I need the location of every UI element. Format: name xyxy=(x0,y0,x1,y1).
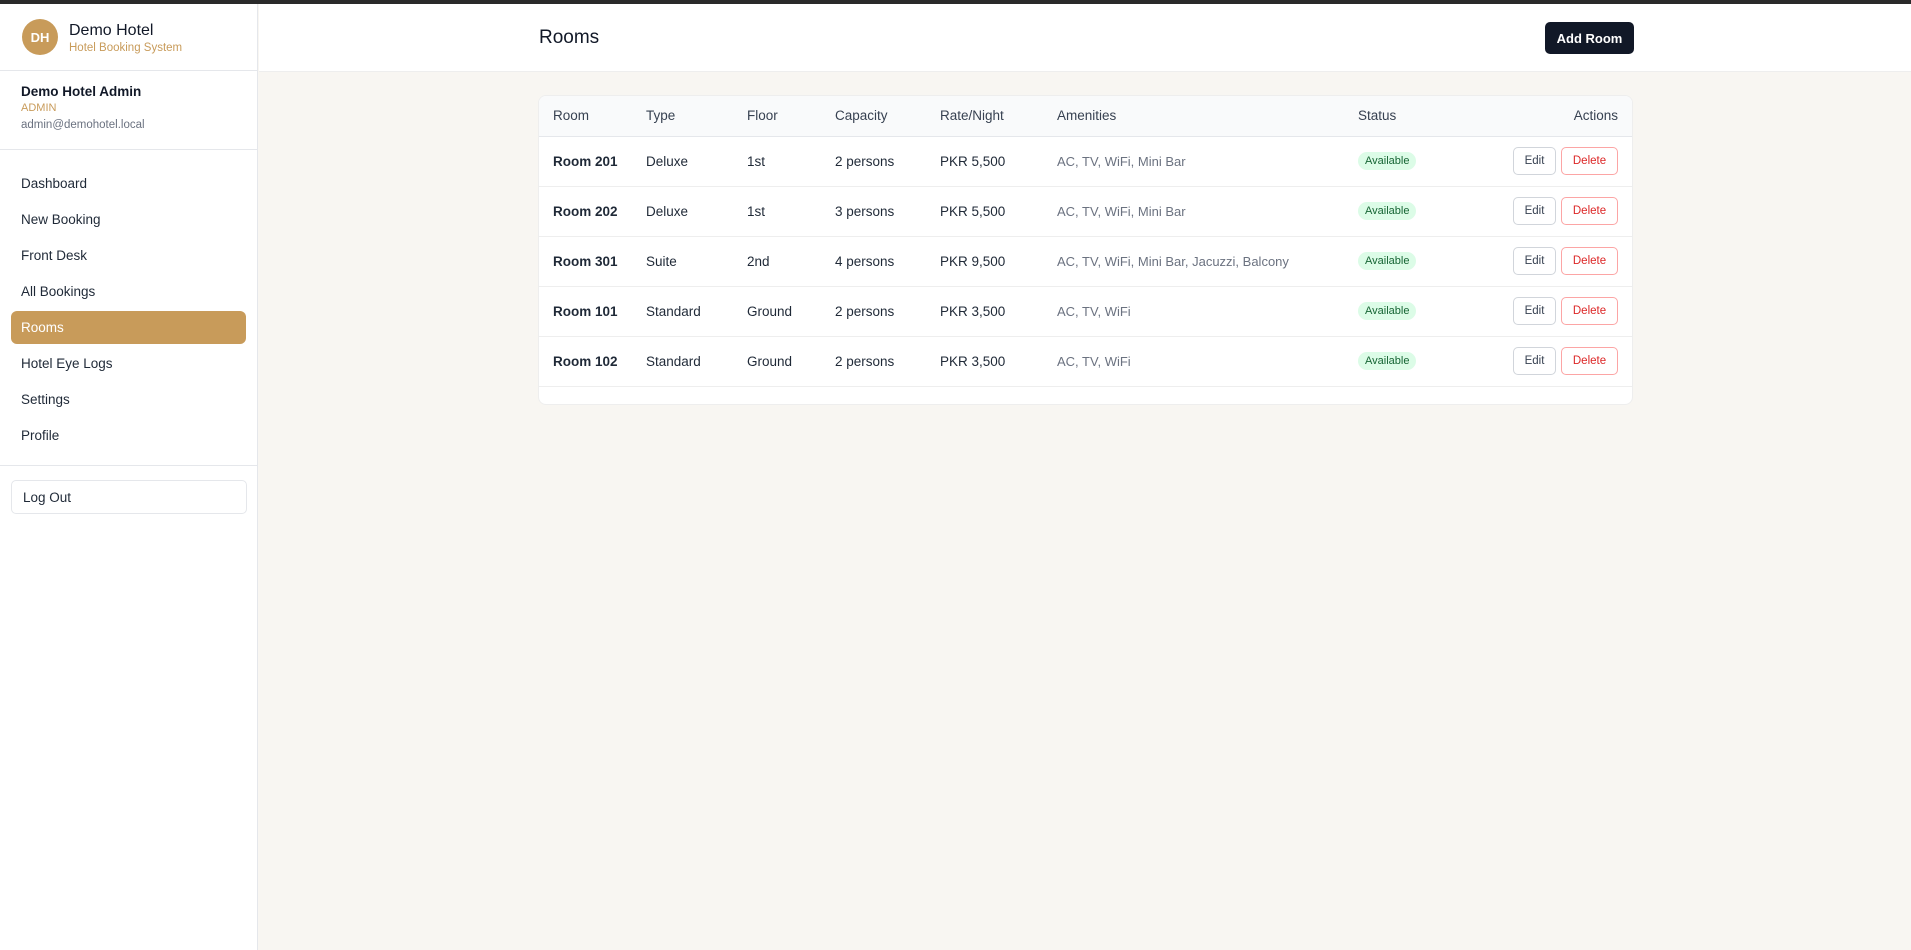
add-room-button[interactable]: Add Room xyxy=(1545,22,1634,54)
sidebar-item-rooms[interactable]: Rooms xyxy=(11,311,246,344)
sidebar-item-front-desk[interactable]: Front Desk xyxy=(11,239,246,272)
column-header-type: Type xyxy=(646,96,747,137)
room-name: Room 301 xyxy=(539,236,646,287)
user-email: admin@demohotel.local xyxy=(21,119,145,131)
room-amenities: AC, TV, WiFi, Mini Bar, Jacuzzi, Balcony xyxy=(1057,236,1358,287)
room-name: Room 201 xyxy=(539,136,646,187)
edit-button[interactable]: Edit xyxy=(1513,197,1556,225)
status-badge: Available xyxy=(1358,302,1417,320)
room-rate: PKR 9,500 xyxy=(940,236,1057,287)
room-amenities: AC, TV, WiFi xyxy=(1057,286,1358,337)
user-name: Demo Hotel Admin xyxy=(21,84,142,99)
brand: DH Demo Hotel Hotel Booking System xyxy=(0,4,257,71)
sidebar-item-new-booking[interactable]: New Booking xyxy=(11,203,246,236)
page-header: Rooms Add Room xyxy=(259,4,1911,72)
delete-button[interactable]: Delete xyxy=(1561,147,1618,175)
room-type: Deluxe xyxy=(646,136,747,187)
sidebar-nav: Dashboard New Booking Front Desk All Boo… xyxy=(0,150,257,466)
room-floor: Ground xyxy=(747,336,835,387)
status-badge: Available xyxy=(1358,252,1417,270)
table-row: Room 101 Standard Ground 2 persons PKR 3… xyxy=(539,286,1632,337)
table-header-row: Room Type Floor Capacity Rate/Night Amen… xyxy=(539,96,1632,137)
actions-cell: Edit Delete xyxy=(1496,336,1632,387)
status-cell: Available xyxy=(1358,186,1496,237)
room-floor: 1st xyxy=(747,136,835,187)
room-rate: PKR 3,500 xyxy=(940,286,1057,337)
status-badge: Available xyxy=(1358,352,1417,370)
actions-cell: Edit Delete xyxy=(1496,186,1632,237)
room-capacity: 4 persons xyxy=(835,236,940,287)
delete-button[interactable]: Delete xyxy=(1561,347,1618,375)
room-amenities: AC, TV, WiFi, Mini Bar xyxy=(1057,186,1358,237)
actions-cell: Edit Delete xyxy=(1496,286,1632,337)
user-info: Demo Hotel Admin ADMIN admin@demohotel.l… xyxy=(0,71,257,150)
status-cell: Available xyxy=(1358,286,1496,337)
column-header-amenities: Amenities xyxy=(1057,96,1358,137)
edit-button[interactable]: Edit xyxy=(1513,247,1556,275)
room-capacity: 2 persons xyxy=(835,286,940,337)
column-header-rate: Rate/Night xyxy=(940,96,1057,137)
logout-button[interactable]: Log Out xyxy=(11,480,247,514)
table-row: Room 301 Suite 2nd 4 persons PKR 9,500 A… xyxy=(539,236,1632,287)
sidebar-item-hotel-eye-logs[interactable]: Hotel Eye Logs xyxy=(11,347,246,380)
delete-button[interactable]: Delete xyxy=(1561,297,1618,325)
room-name: Room 101 xyxy=(539,286,646,337)
column-header-room: Room xyxy=(539,96,646,137)
column-header-status: Status xyxy=(1358,96,1496,137)
rooms-table-card: Room Type Floor Capacity Rate/Night Amen… xyxy=(538,95,1633,405)
table-row: Room 201 Deluxe 1st 2 persons PKR 5,500 … xyxy=(539,136,1632,187)
room-rate: PKR 3,500 xyxy=(940,336,1057,387)
room-capacity: 2 persons xyxy=(835,336,940,387)
hotel-subtitle: Hotel Booking System xyxy=(69,41,183,54)
room-type: Suite xyxy=(646,236,747,287)
delete-button[interactable]: Delete xyxy=(1561,247,1618,275)
room-type: Standard xyxy=(646,336,747,387)
edit-button[interactable]: Edit xyxy=(1513,297,1556,325)
user-role: ADMIN xyxy=(21,102,57,114)
status-badge: Available xyxy=(1358,202,1417,220)
delete-button[interactable]: Delete xyxy=(1561,197,1618,225)
brand-text: Demo Hotel Hotel Booking System xyxy=(69,21,182,54)
sidebar-item-dashboard[interactable]: Dashboard xyxy=(11,167,246,200)
room-name: Room 202 xyxy=(539,186,646,237)
hotel-name: Demo Hotel xyxy=(69,21,154,39)
room-capacity: 2 persons xyxy=(835,136,940,187)
room-rate: PKR 5,500 xyxy=(940,136,1057,187)
sidebar-item-settings[interactable]: Settings xyxy=(11,383,246,416)
column-header-capacity: Capacity xyxy=(835,96,940,137)
room-amenities: AC, TV, WiFi, Mini Bar xyxy=(1057,136,1358,187)
status-cell: Available xyxy=(1358,136,1496,187)
edit-button[interactable]: Edit xyxy=(1513,147,1556,175)
hotel-avatar: DH xyxy=(22,19,58,55)
sidebar: DH Demo Hotel Hotel Booking System Demo … xyxy=(0,4,258,950)
rooms-table: Room Type Floor Capacity Rate/Night Amen… xyxy=(539,96,1632,387)
column-header-floor: Floor xyxy=(747,96,835,137)
status-badge: Available xyxy=(1358,152,1417,170)
room-name: Room 102 xyxy=(539,336,646,387)
page-title: Rooms xyxy=(539,27,600,48)
status-cell: Available xyxy=(1358,236,1496,287)
logout-section: Log Out xyxy=(0,466,257,528)
room-floor: 2nd xyxy=(747,236,835,287)
status-cell: Available xyxy=(1358,336,1496,387)
room-rate: PKR 5,500 xyxy=(940,186,1057,237)
room-capacity: 3 persons xyxy=(835,186,940,237)
sidebar-item-all-bookings[interactable]: All Bookings xyxy=(11,275,246,308)
room-floor: Ground xyxy=(747,286,835,337)
table-row: Room 202 Deluxe 1st 3 persons PKR 5,500 … xyxy=(539,186,1632,237)
room-amenities: AC, TV, WiFi xyxy=(1057,336,1358,387)
column-header-actions: Actions xyxy=(1496,96,1632,137)
room-type: Deluxe xyxy=(646,186,747,237)
actions-cell: Edit Delete xyxy=(1496,236,1632,287)
sidebar-item-profile[interactable]: Profile xyxy=(11,419,246,452)
actions-cell: Edit Delete xyxy=(1496,136,1632,187)
table-row: Room 102 Standard Ground 2 persons PKR 3… xyxy=(539,336,1632,387)
room-type: Standard xyxy=(646,286,747,337)
room-floor: 1st xyxy=(747,186,835,237)
edit-button[interactable]: Edit xyxy=(1513,347,1556,375)
